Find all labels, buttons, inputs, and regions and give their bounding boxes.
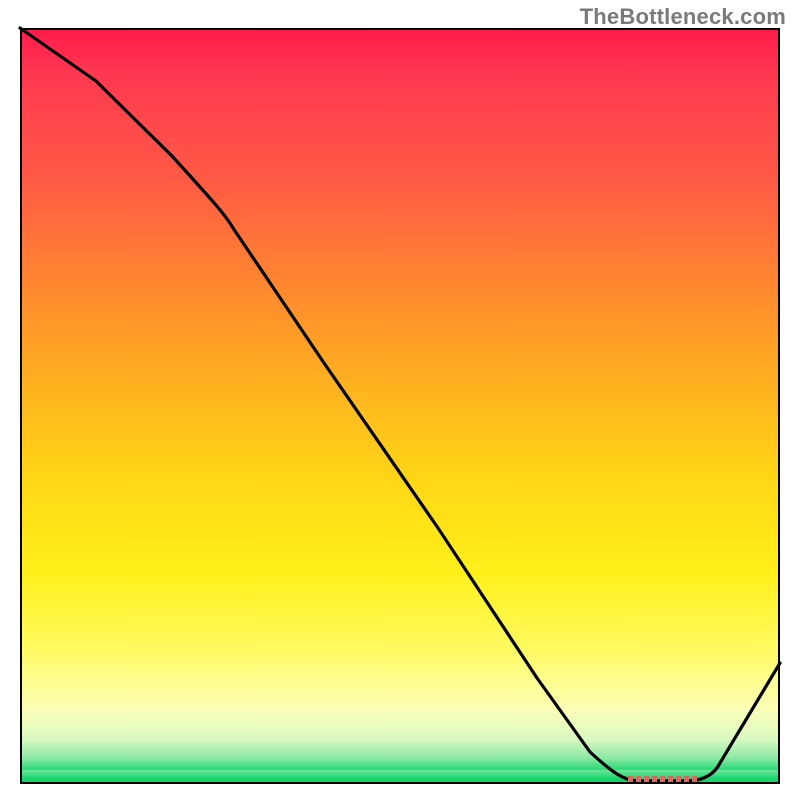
watermark-text: TheBottleneck.com — [580, 4, 786, 30]
plot-area — [20, 28, 780, 784]
curve-path — [20, 28, 780, 781]
line-plot-svg — [20, 28, 780, 784]
chart-container: TheBottleneck.com — [0, 0, 800, 800]
